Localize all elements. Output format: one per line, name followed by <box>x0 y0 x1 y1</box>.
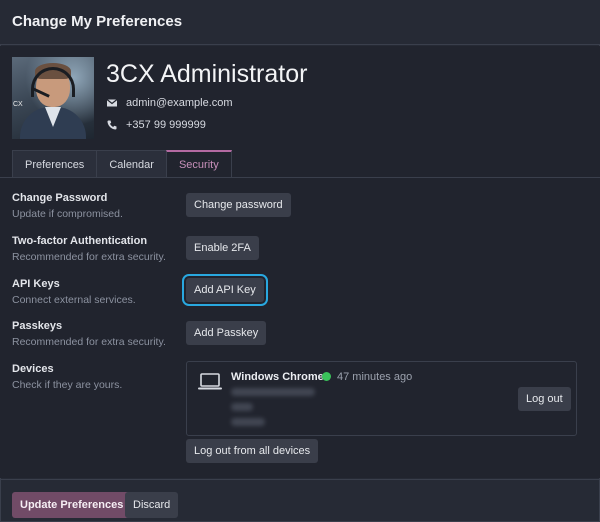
logout-all-devices-button[interactable]: Log out from all devices <box>186 439 319 463</box>
change-password-button[interactable]: Change password <box>186 193 291 217</box>
phone-row: +357 99 999999 <box>106 117 206 133</box>
devices-label: Devices Check if they are yours. <box>12 363 122 391</box>
devices-desc: Check if they are yours. <box>12 379 123 391</box>
two-factor-desc: Recommended for extra security. <box>12 251 166 263</box>
tab-calendar[interactable]: Calendar <box>96 150 167 178</box>
add-api-key-button[interactable]: Add API Key <box>182 274 268 306</box>
footer-divider <box>0 479 600 480</box>
enable-2fa-button[interactable]: Enable 2FA <box>186 236 259 260</box>
redacted-location <box>231 403 253 411</box>
two-factor-title: Two-factor Authentication <box>12 235 148 247</box>
add-passkey-button[interactable]: Add Passkey <box>186 321 267 345</box>
tab-bar: Preferences Calendar Security <box>12 150 232 178</box>
phone-text: +357 99 999999 <box>126 119 206 131</box>
email-row: admin@example.com <box>106 95 233 111</box>
phone-icon <box>107 120 117 130</box>
tab-divider <box>0 177 600 178</box>
api-keys-title: API Keys <box>12 278 60 290</box>
passkeys-title: Passkeys <box>12 320 63 332</box>
redacted-detail <box>231 418 265 426</box>
update-preferences-button[interactable]: Update Preferences <box>12 492 132 518</box>
change-password-label: Change Password Update if compromised. <box>12 192 123 220</box>
email-text: admin@example.com <box>126 97 233 109</box>
online-status-dot <box>322 372 331 381</box>
device-name: Windows Chrome <box>231 371 324 383</box>
laptop-icon <box>198 373 222 390</box>
api-keys-desc: Connect external services. <box>12 294 136 306</box>
redacted-ip <box>231 388 315 396</box>
tab-security[interactable]: Security <box>165 150 232 178</box>
dialog-header: Change My Preferences <box>0 0 600 45</box>
user-name: 3CX Administrator <box>106 60 308 88</box>
devices-title: Devices <box>12 363 54 375</box>
two-factor-label: Two-factor Authentication Recommended fo… <box>12 235 166 263</box>
discard-button[interactable]: Discard <box>125 492 179 518</box>
device-last-seen: 47 minutes ago <box>337 371 413 383</box>
dialog-title: Change My Preferences <box>12 13 183 30</box>
device-card: Windows Chrome 47 minutes ago Log out <box>186 361 577 436</box>
avatar: CX <box>12 57 94 139</box>
passkeys-desc: Recommended for extra security. <box>12 336 166 348</box>
change-password-desc: Update if compromised. <box>12 208 123 220</box>
avatar-tag: CX <box>13 101 23 108</box>
change-password-title: Change Password <box>12 192 108 204</box>
device-logout-button[interactable]: Log out <box>518 387 571 411</box>
passkeys-label: Passkeys Recommended for extra security. <box>12 320 166 348</box>
envelope-icon <box>106 99 118 107</box>
api-keys-label: API Keys Connect external services. <box>12 278 136 306</box>
tab-preferences[interactable]: Preferences <box>12 150 98 178</box>
